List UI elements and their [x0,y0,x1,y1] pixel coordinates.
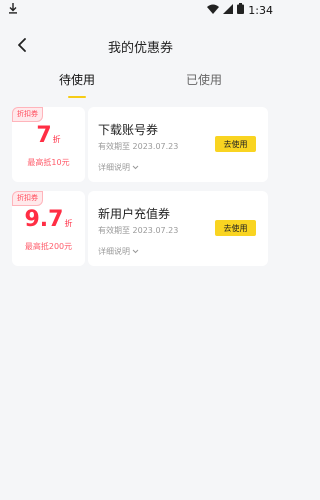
chevron-down-icon [132,247,139,256]
status-bar: 1:34 [0,0,281,20]
coupon-info-panel: 下载账号券 有效期至 2023.07.23 详细说明 去使用 [88,107,268,182]
discount-value: 9.7 [24,207,64,232]
coupon-max-off: 最高抵10元 [27,158,70,167]
coupon-type-badge: 折扣券 [12,191,43,206]
tab-active-indicator [68,96,86,98]
coupon-detail-toggle[interactable]: 详细说明 [98,162,139,173]
coupon-detail-label: 详细说明 [98,163,130,172]
battery-icon [237,3,245,17]
chevron-down-icon [132,163,139,172]
discount-value: 7 [36,123,52,148]
wifi-icon [207,4,220,17]
page-title: 我的优惠券 [107,40,173,56]
chevron-left-icon [17,37,27,56]
coupon-type-badge: 折扣券 [12,107,43,122]
tab-bar: 待使用 已使用 [0,68,281,98]
coupon-title: 下载账号券 [98,123,159,137]
coupon-detail-label: 详细说明 [98,247,130,256]
coupon-discount-panel: 折扣券 9.7折 最高抵200元 [12,191,85,266]
discount-unit: 折 [64,219,73,228]
download-icon [8,3,18,17]
back-button[interactable] [10,34,34,58]
coupon-title: 新用户充值券 [98,207,171,221]
coupon-discount: 7折 [12,123,85,148]
coupon-expire-date: 有效期至 2023.07.23 [98,142,179,151]
tab-used[interactable]: 已使用 [144,68,264,98]
status-time: 1:34 [248,3,273,17]
signal-icon [223,3,234,17]
coupon-card: 折扣券 9.7折 最高抵200元 新用户充值券 有效期至 2023.07.23 … [12,191,268,266]
use-coupon-button[interactable]: 去使用 [215,220,256,236]
coupon-detail-toggle[interactable]: 详细说明 [98,246,139,257]
coupon-card: 折扣券 7折 最高抵10元 下载账号券 有效期至 2023.07.23 详细说明… [12,107,268,182]
tab-unused[interactable]: 待使用 [17,68,137,98]
coupon-discount: 9.7折 [12,207,85,232]
navigation-bar: 我的优惠券 [0,28,281,64]
use-coupon-button[interactable]: 去使用 [215,136,256,152]
coupon-discount-panel: 折扣券 7折 最高抵10元 [12,107,85,182]
tab-used-label: 已使用 [185,73,222,87]
tab-unused-label: 待使用 [58,73,95,87]
coupon-info-panel: 新用户充值券 有效期至 2023.07.23 详细说明 去使用 [88,191,268,266]
coupon-max-off: 最高抵200元 [24,242,73,251]
discount-unit: 折 [52,135,61,144]
coupon-expire-date: 有效期至 2023.07.23 [98,226,179,235]
